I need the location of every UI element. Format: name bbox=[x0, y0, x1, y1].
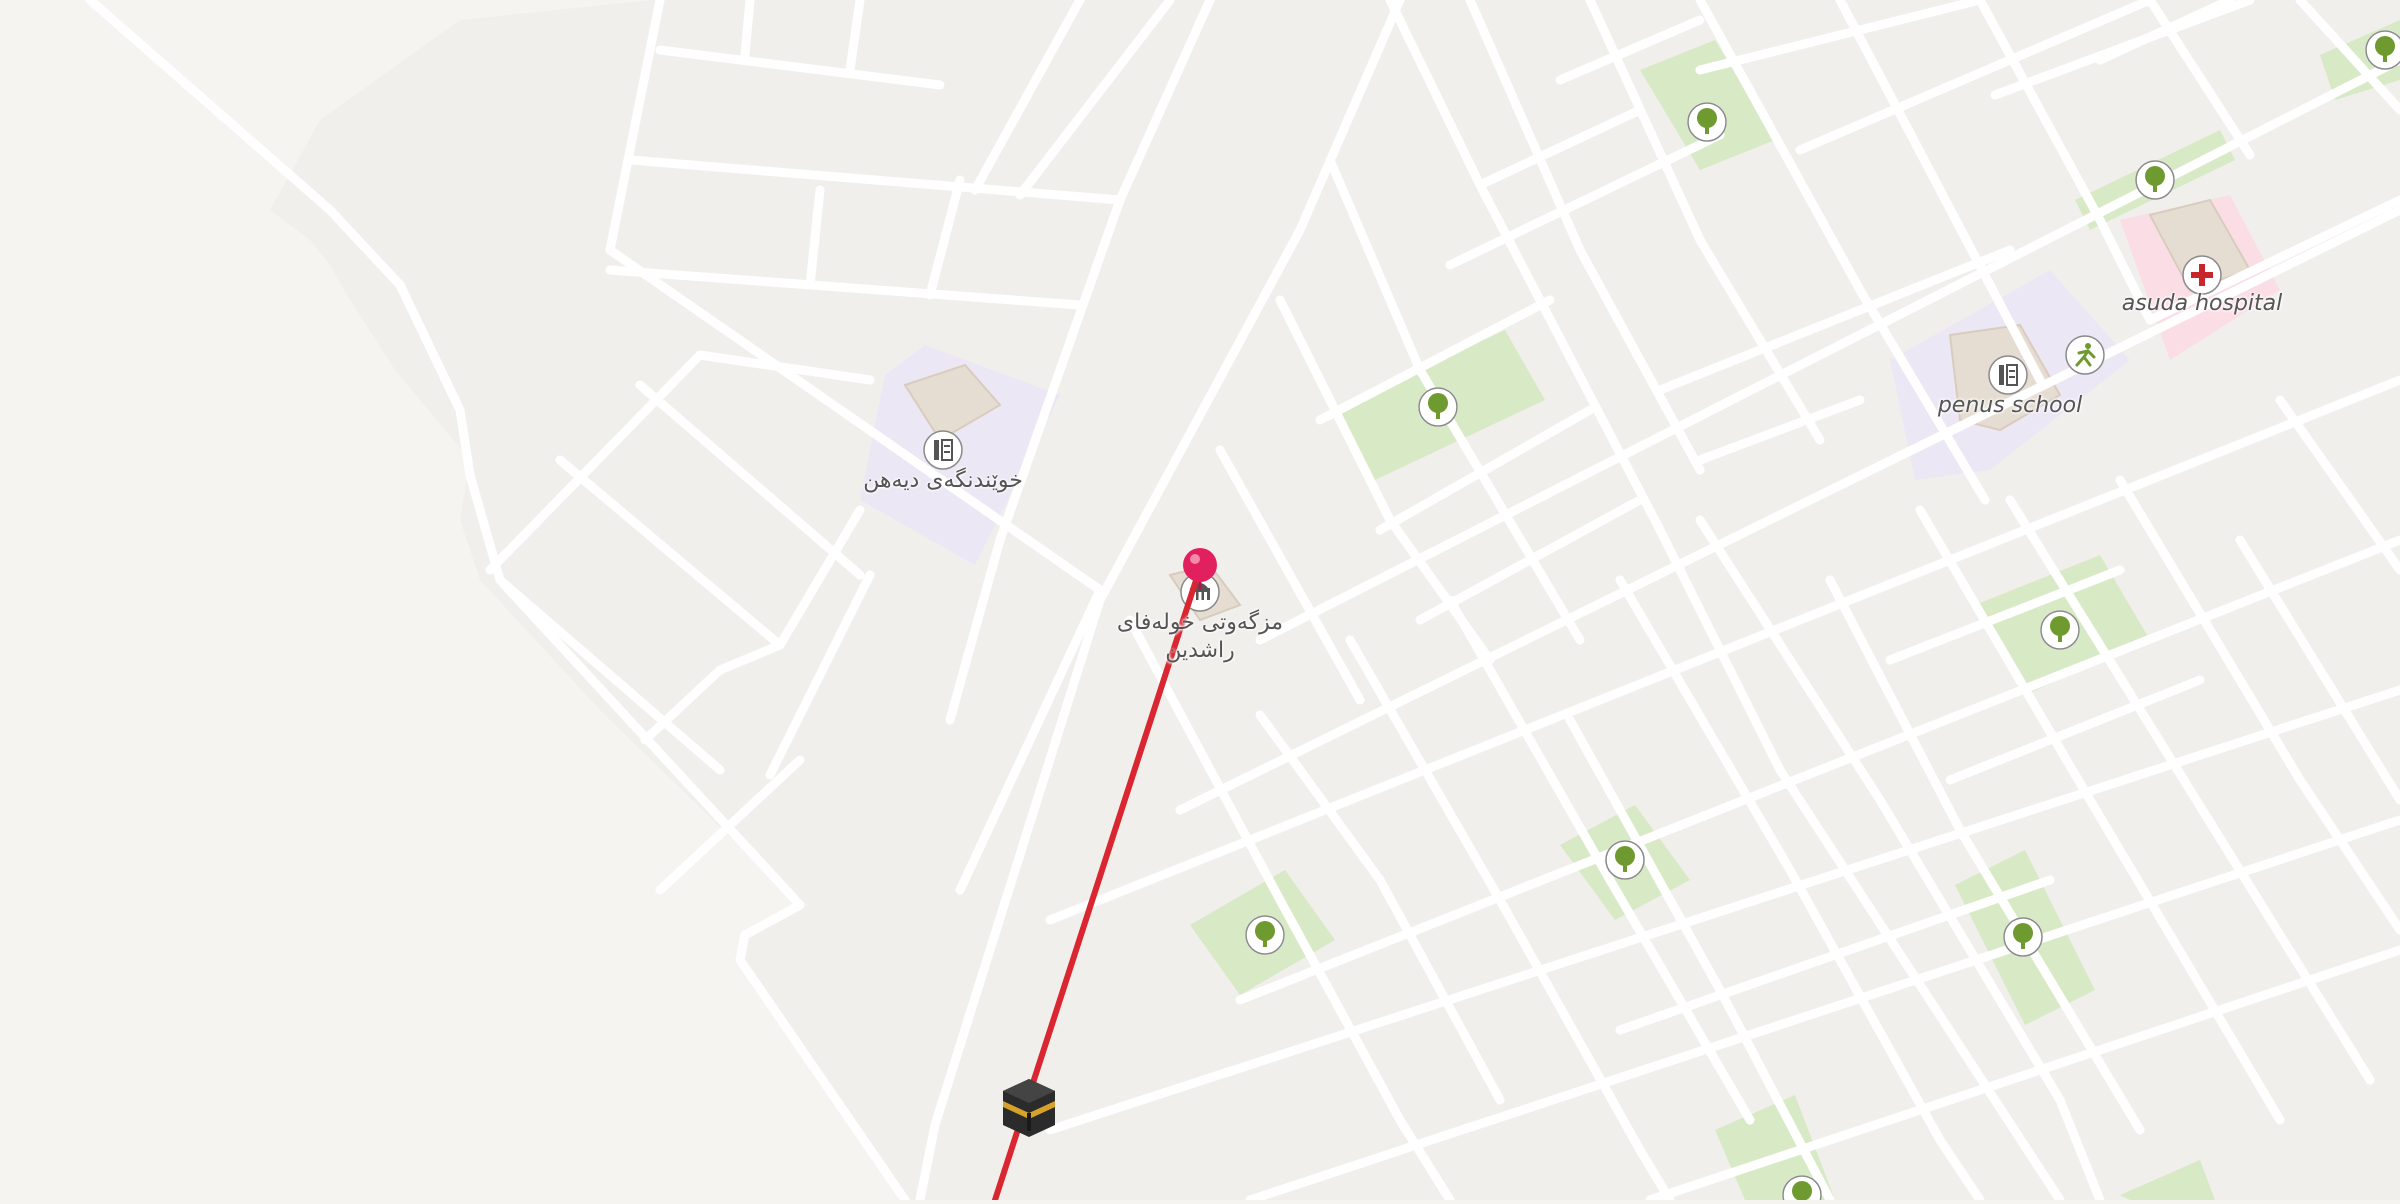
place-label-mosque[interactable]: مزگەوتی خولەفای راشدین bbox=[1100, 609, 1300, 665]
kaaba-icon[interactable] bbox=[1003, 1079, 1055, 1137]
map-view[interactable]: خوێندنگەی دیەهن مزگەوتی خولەفای راشدین p… bbox=[0, 0, 2400, 1204]
place-label-school-west[interactable]: خوێندنگەی دیەهن bbox=[863, 467, 1023, 495]
place-label-penus-school[interactable]: penus school bbox=[1938, 392, 2082, 420]
school-icon[interactable] bbox=[1988, 355, 2028, 395]
sports-icon[interactable] bbox=[2065, 335, 2105, 375]
place-label-asuda-hospital[interactable]: asuda hospital bbox=[2122, 290, 2283, 318]
school-icon[interactable] bbox=[923, 430, 963, 470]
hospital-icon[interactable] bbox=[2182, 255, 2222, 295]
